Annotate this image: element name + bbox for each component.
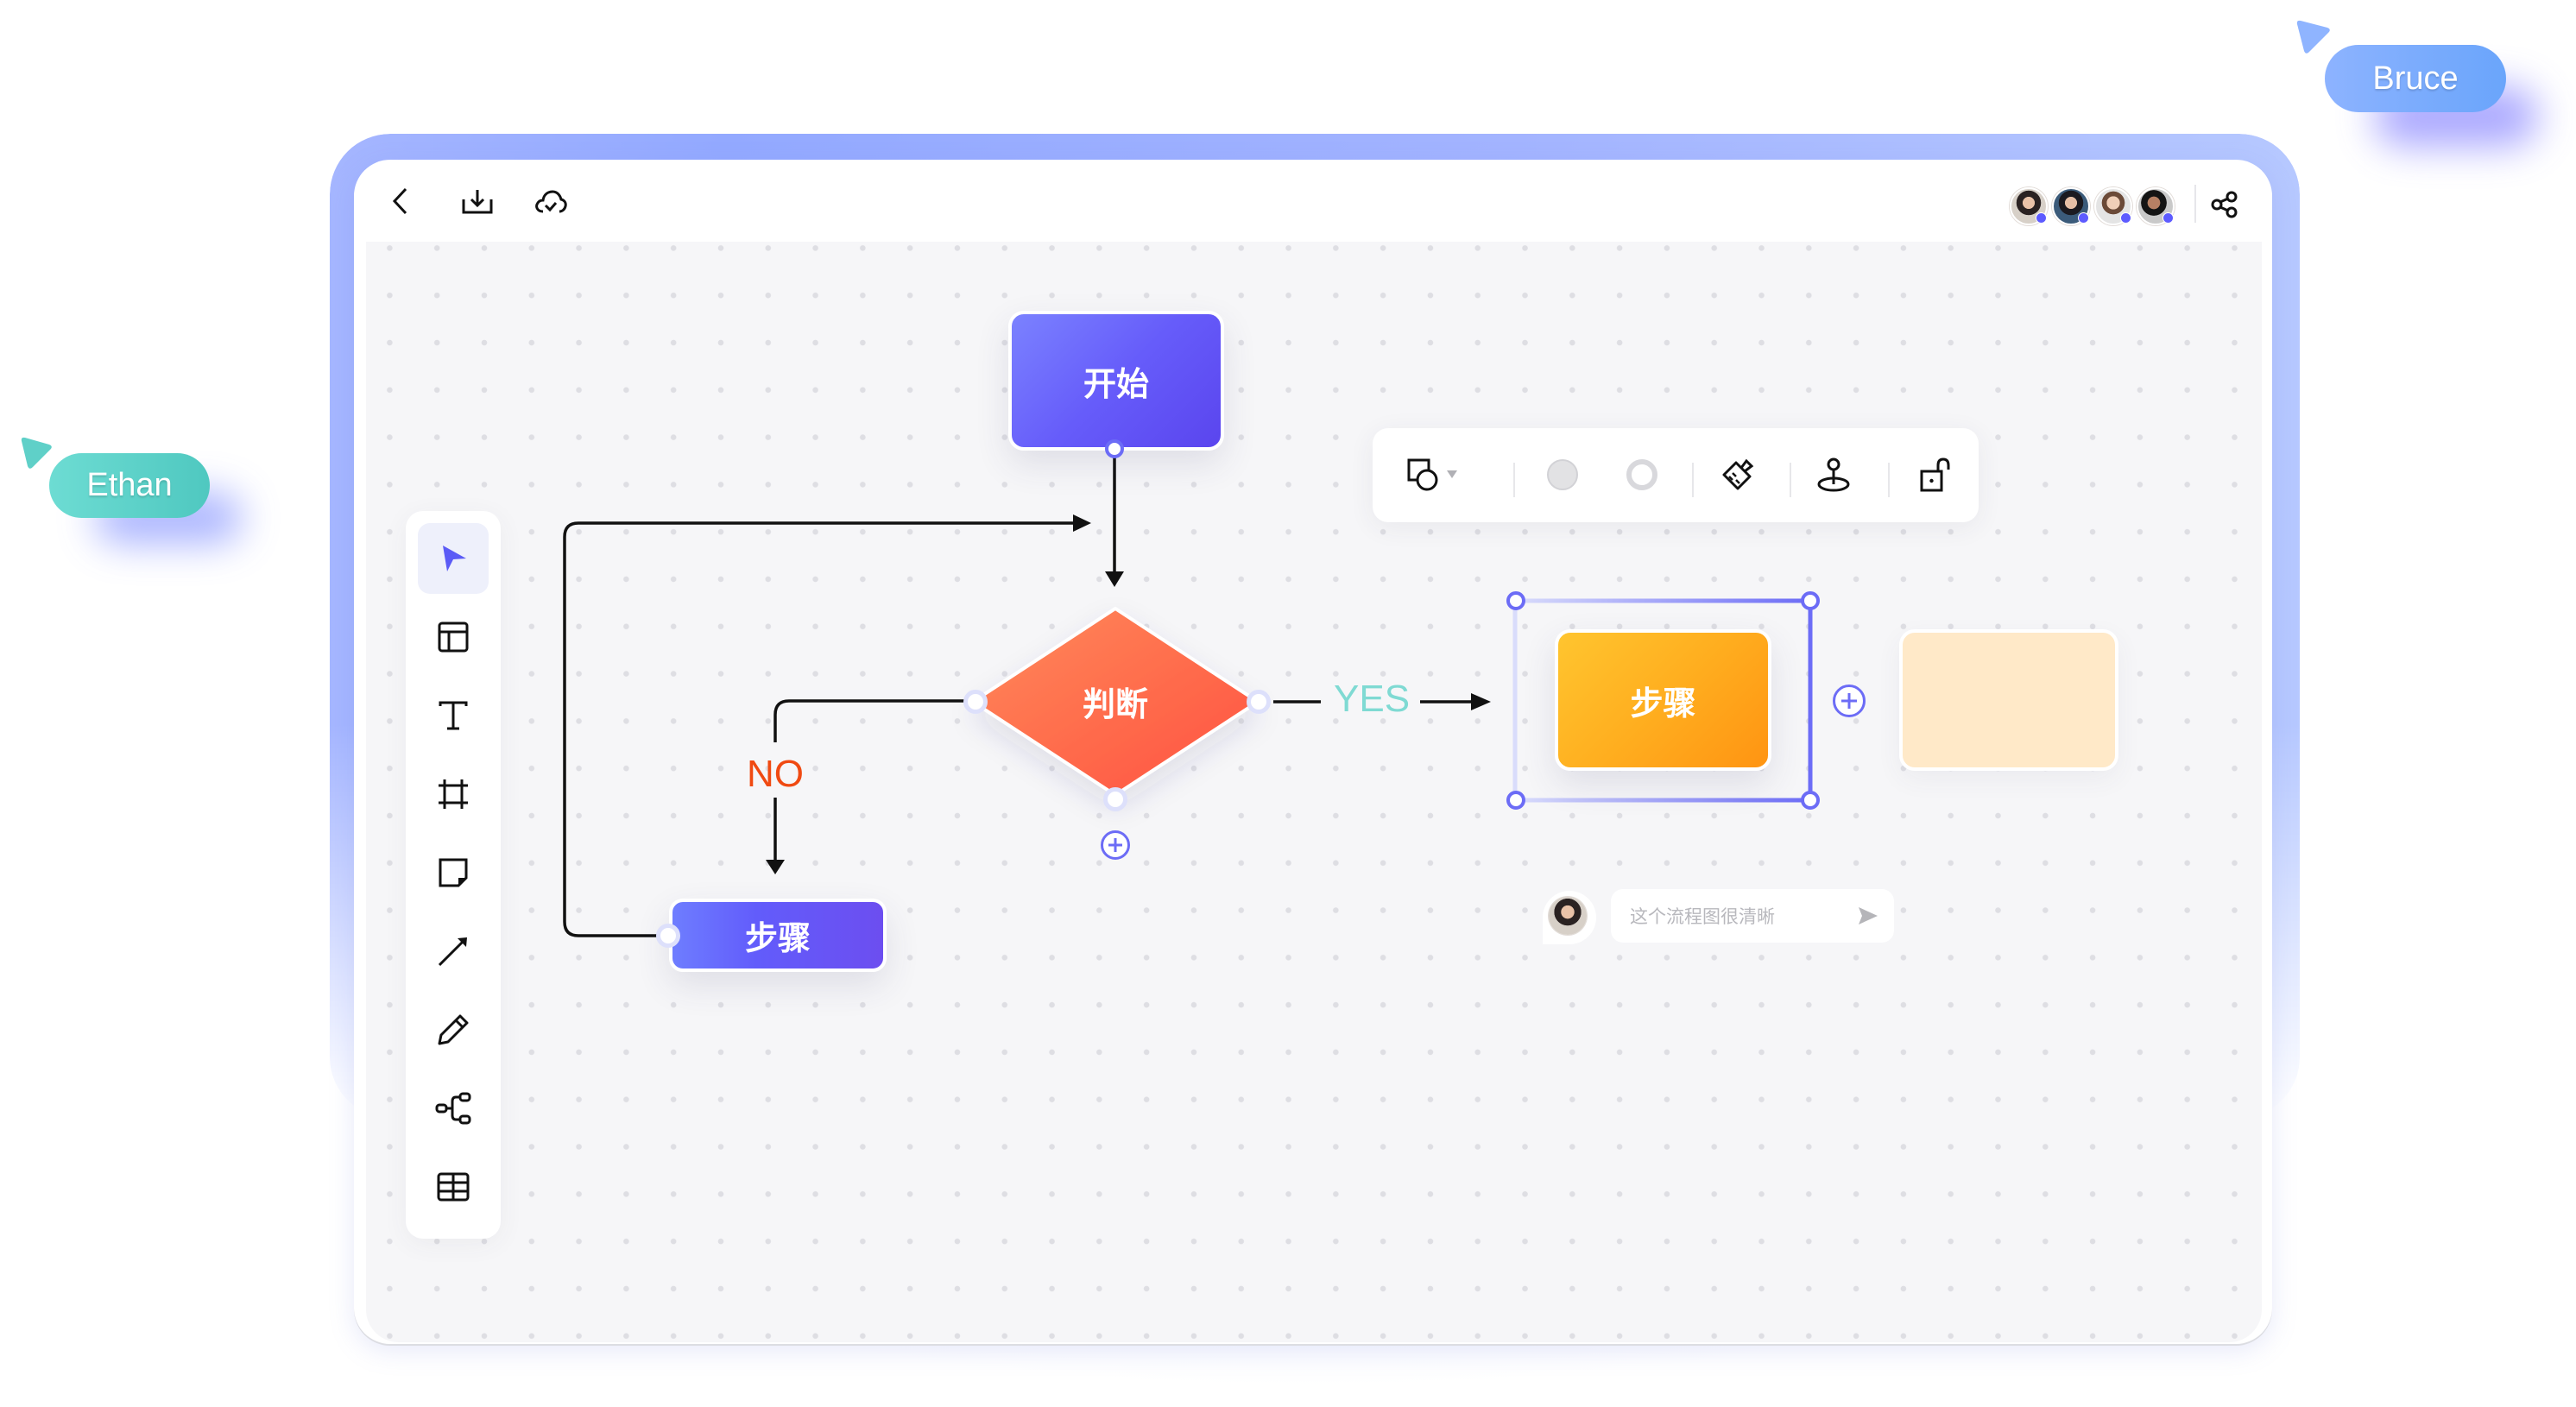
send-comment-button[interactable]: [1858, 906, 1878, 931]
start-node-label: 开始: [1083, 366, 1149, 403]
anchor-icon: [1817, 457, 1850, 492]
unlock-icon: [1920, 457, 1950, 492]
comment-author-avatar[interactable]: [1549, 897, 1587, 935]
dropdown-caret-icon: [1447, 470, 1457, 478]
decision-bottom-handle[interactable]: [1103, 787, 1127, 811]
decision-left-handle[interactable]: [963, 690, 988, 714]
toolbar-divider: [1888, 463, 1890, 497]
resize-handle-top-right[interactable]: [1801, 591, 1820, 610]
collaborator-cursor-bruce: Bruce: [2325, 45, 2506, 112]
edge-label-yes: YES: [1334, 678, 1411, 720]
collaborator-cursor-ethan: Ethan: [49, 453, 210, 518]
resize-handle-bottom-left[interactable]: [1506, 791, 1525, 810]
add-node-right-button[interactable]: [1833, 685, 1866, 717]
comment-author-avatar-frame: [1543, 891, 1596, 944]
step-node-no-branch[interactable]: 步骤: [669, 899, 887, 972]
shape-style-dropdown[interactable]: [1440, 451, 1464, 499]
fill-color-button[interactable]: [1538, 451, 1587, 499]
toolbar-divider: [1692, 463, 1694, 497]
toolbar-divider: [1513, 463, 1515, 497]
arrowhead: [1471, 693, 1491, 710]
border-color-icon: [1626, 459, 1657, 490]
edge-decision-to-step-no[interactable]: [773, 699, 969, 742]
collaborator-name: Bruce: [2372, 60, 2459, 97]
decision-right-handle[interactable]: [1247, 690, 1271, 714]
placeholder-node-preview[interactable]: [1899, 629, 2118, 771]
connector-layer: [563, 457, 1813, 937]
add-node-below-button[interactable]: [1101, 830, 1130, 860]
shape-icon: [1407, 458, 1438, 491]
arrowhead: [1105, 571, 1124, 587]
send-icon: [1859, 907, 1878, 924]
step-node-no-branch-label: 步骤: [744, 921, 811, 957]
edge-loop-back[interactable]: [563, 521, 1075, 937]
toolbar-divider: [1790, 463, 1791, 497]
resize-handle-bottom-right[interactable]: [1801, 791, 1820, 810]
comment-input-placeholder: 这个流程图很清晰: [1630, 907, 1775, 927]
edge-label-no: NO: [747, 753, 804, 795]
border-color-button[interactable]: [1618, 451, 1666, 499]
collaborator-name: Ethan: [86, 467, 173, 503]
start-node[interactable]: 开始: [1008, 311, 1224, 451]
plus-icon: [1841, 693, 1857, 709]
lock-toggle-button[interactable]: [1911, 451, 1960, 499]
fill-color-icon: [1547, 459, 1578, 490]
step-node-yes-branch-label: 步骤: [1630, 685, 1696, 722]
format-painter-button[interactable]: [1714, 451, 1762, 499]
arrowhead: [1073, 514, 1091, 532]
comment-input[interactable]: 这个流程图很清晰: [1611, 889, 1894, 943]
step-node-yes-branch[interactable]: 步骤: [1555, 629, 1771, 771]
resize-handle-top-left[interactable]: [1506, 591, 1525, 610]
plus-icon: [1108, 838, 1122, 852]
arrowhead: [766, 860, 785, 874]
format-brush-icon: [1722, 458, 1754, 490]
shape-format-toolbar: [1373, 428, 1979, 522]
ethan-cursor-icon: [21, 437, 52, 469]
step-node-left-handle[interactable]: [656, 924, 680, 948]
decision-node-label: 判断: [1082, 687, 1148, 723]
start-node-connection-handle[interactable]: [1105, 439, 1124, 458]
anchor-button[interactable]: [1809, 451, 1858, 499]
bruce-cursor-icon: [2296, 20, 2330, 54]
